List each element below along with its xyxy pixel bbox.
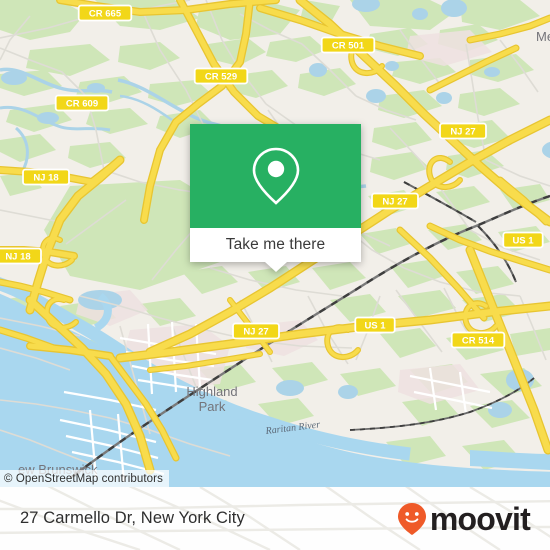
road-shield-label: CR 514 <box>462 336 495 347</box>
moovit-pin-smile-icon <box>397 502 426 535</box>
moovit-brand-logo[interactable]: moovit <box>397 500 531 537</box>
road-shield-label: NJ 27 <box>450 127 475 138</box>
take-me-there-button[interactable]: Take me there <box>190 228 361 272</box>
road-shield-label: US 1 <box>512 236 534 247</box>
road-shield: NJ 27 <box>439 122 487 140</box>
road-shield: NJ 18 <box>22 168 70 186</box>
map-screenshot: HighlandParkMeew Brunswick Raritan River… <box>0 0 550 550</box>
popup-image-area <box>190 124 361 228</box>
map-pin-icon <box>252 147 299 205</box>
road-shield: NJ 27 <box>232 322 280 340</box>
road-shield: CR 609 <box>54 94 110 112</box>
road-shield-label: NJ 27 <box>243 327 268 338</box>
brand-wordmark: moovit <box>429 500 531 537</box>
road-shield: CR 514 <box>450 331 506 349</box>
road-shield-label: CR 609 <box>66 99 98 110</box>
road-shield-label: NJ 18 <box>33 173 58 184</box>
road-shield-label: CR 665 <box>89 9 122 20</box>
page-title: 27 Carmello Dr, New York City <box>20 509 245 527</box>
popup-pointer <box>264 262 287 272</box>
road-shield: US 1 <box>502 231 544 249</box>
footer-bar: 27 Carmello Dr, New York City moovit <box>0 487 550 550</box>
road-shield-label: NJ 27 <box>382 197 407 208</box>
road-shield: NJ 18 <box>0 247 42 265</box>
map-place-label: Me <box>536 29 550 44</box>
road-shield: US 1 <box>354 316 396 334</box>
road-shield-label: US 1 <box>364 321 386 332</box>
road-shield: NJ 27 <box>371 192 419 210</box>
road-shield: CR 529 <box>193 67 249 85</box>
road-shield-label: CR 529 <box>205 72 237 83</box>
attribution-text: © OpenStreetMap contributors <box>4 472 163 485</box>
road-shield: CR 665 <box>77 4 133 22</box>
location-popup-card[interactable]: Take me there <box>190 124 361 272</box>
map-place-label: Highland <box>186 384 237 399</box>
road-shield-label: CR 501 <box>332 41 365 52</box>
map-place-label: Park <box>199 399 226 414</box>
map-attribution[interactable]: © OpenStreetMap contributors <box>0 470 169 487</box>
road-shield: CR 501 <box>320 36 376 54</box>
road-shield-label: NJ 18 <box>5 252 30 263</box>
take-me-there-label: Take me there <box>225 236 326 253</box>
